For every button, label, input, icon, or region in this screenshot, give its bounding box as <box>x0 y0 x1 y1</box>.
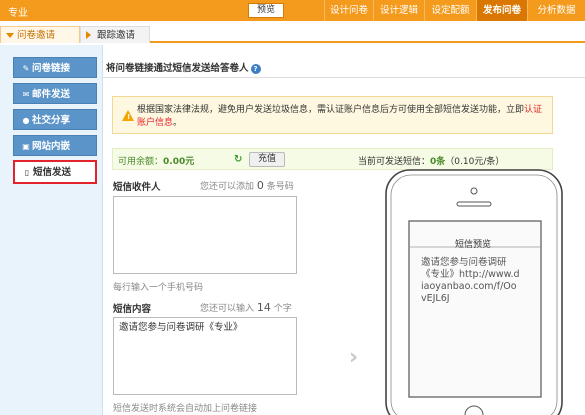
top-bar: 专业 预览 设计问卷 设计逻辑 设定配额 发布问卷 分析数据 <box>0 0 585 21</box>
sidebar-item-label: 短信发送 <box>33 167 72 178</box>
page-title-text: 将问卷链接通过短信发送给答卷人 <box>106 63 249 74</box>
recharge-button[interactable]: 充值 <box>249 152 285 167</box>
notice-body: 根据国家法律法规，避免用户发送垃圾信息，需认证账户信息后方可使用全部短信发送功能… <box>137 105 525 115</box>
screen-message: 邀请您参与问卷调研《专业》http://www.diaoyanbao.com/f… <box>421 257 520 304</box>
content-label: 短信内容 <box>113 304 152 315</box>
tab-survey-invite[interactable]: 问卷邀请 <box>0 26 80 43</box>
tab-label: 问卷邀请 <box>17 30 56 41</box>
tab-label: 跟踪邀请 <box>97 30 136 41</box>
share-icon: ● <box>22 116 30 125</box>
nav-design-survey[interactable]: 设计问卷 <box>324 0 373 21</box>
content-hint: 您还可以输入 14 个字 <box>200 301 292 314</box>
sidebar-item-sms[interactable]: ▯ 短信发送 <box>13 160 97 184</box>
screen-title: 短信预览 <box>454 240 491 250</box>
notice-end: 。 <box>173 118 183 128</box>
project-name: 专业 <box>8 8 28 19</box>
recipient-label: 短信收件人 <box>113 182 161 193</box>
recipient-input[interactable] <box>113 196 297 274</box>
content-hint-post: 个字 <box>273 304 292 314</box>
preview-button[interactable]: 预览 <box>248 3 284 18</box>
nav-design-logic[interactable]: 设计逻辑 <box>373 0 424 21</box>
sms-price: （0.10元/条） <box>445 157 505 167</box>
tab-track-invite[interactable]: 跟踪邀请 <box>80 26 150 43</box>
help-icon[interactable]: ? <box>250 63 261 74</box>
nav-publish-survey[interactable]: 发布问卷 <box>476 0 527 21</box>
phone-preview: 短信预览 邀请您参与问卷调研《专业》http://www.diaoyanbao.… <box>383 167 568 415</box>
sidebar-item-social-share[interactable]: ● 社交分享 <box>13 109 97 130</box>
warning-mark: ! <box>127 113 131 121</box>
mail-icon: ✉ <box>22 90 30 99</box>
content-input[interactable]: 邀请您参与问卷调研《专业》 <box>113 317 297 395</box>
page-title: 将问卷链接通过短信发送给答卷人? <box>106 60 261 74</box>
recipient-tip: 每行输入一个手机号码 <box>113 283 204 293</box>
refresh-icon[interactable]: ↻ <box>234 154 242 165</box>
notice-box: ! 根据国家法律法规，避免用户发送垃圾信息，需认证账户信息后方可使用全部短信发送… <box>112 96 553 134</box>
notice-text: 根据国家法律法规，避免用户发送垃圾信息，需认证账户信息后方可使用全部短信发送功能… <box>137 104 549 130</box>
recipient-hint-pre: 您还可以添加 <box>200 182 255 192</box>
content-hint-pre: 您还可以输入 <box>200 304 255 314</box>
sidebar: ✎ 问卷链接 ✉ 邮件发送 ● 社交分享 ▣ 网站内嵌 ▯ 短信发送 <box>0 45 103 415</box>
content-tip: 短信发送时系统会自动加上问卷链接 <box>113 404 258 414</box>
balance-label-text: 可用余额： <box>118 157 164 167</box>
triangle-right-icon <box>86 31 91 39</box>
nav-set-quota[interactable]: 设定配额 <box>424 0 476 21</box>
balance-amount: 0.00元 <box>163 157 195 167</box>
sms-count: 当前可发送短信：0条（0.10元/条） <box>358 154 504 167</box>
main-panel: 将问卷链接通过短信发送给答卷人? ! 根据国家法律法规，避免用户发送垃圾信息，需… <box>103 45 585 415</box>
content-hint-num: 14 <box>256 301 271 314</box>
section-header: 将问卷链接通过短信发送给答卷人? <box>103 56 585 78</box>
chevron-right-icon: › <box>349 345 359 370</box>
sidebar-item-label: 网站内嵌 <box>32 141 71 152</box>
sidebar-item-embed[interactable]: ▣ 网站内嵌 <box>13 135 97 156</box>
recipient-hint-post: 条号码 <box>266 182 294 192</box>
embed-icon: ▣ <box>22 142 30 151</box>
sidebar-item-label: 邮件发送 <box>32 89 71 100</box>
recipient-hint-num: 0 <box>256 179 264 192</box>
sms-icon: ▯ <box>24 168 30 177</box>
sidebar-item-email[interactable]: ✉ 邮件发送 <box>13 83 97 104</box>
recipient-hint: 您还可以添加 0 条号码 <box>200 179 294 192</box>
sidebar-item-survey-link[interactable]: ✎ 问卷链接 <box>13 57 97 78</box>
balance-label: 可用余额：0.00元 <box>118 154 194 167</box>
sidebar-item-label: 问卷链接 <box>32 63 71 74</box>
link-icon: ✎ <box>22 64 30 73</box>
sms-count-label: 当前可发送短信： <box>358 157 431 167</box>
tab-row: 问卷邀请 跟踪邀请 <box>0 21 585 43</box>
sidebar-item-label: 社交分享 <box>32 115 71 126</box>
nav-analyze-data[interactable]: 分析数据 <box>527 0 585 21</box>
triangle-down-icon <box>6 33 14 38</box>
sms-count-value: 0条 <box>430 157 446 167</box>
